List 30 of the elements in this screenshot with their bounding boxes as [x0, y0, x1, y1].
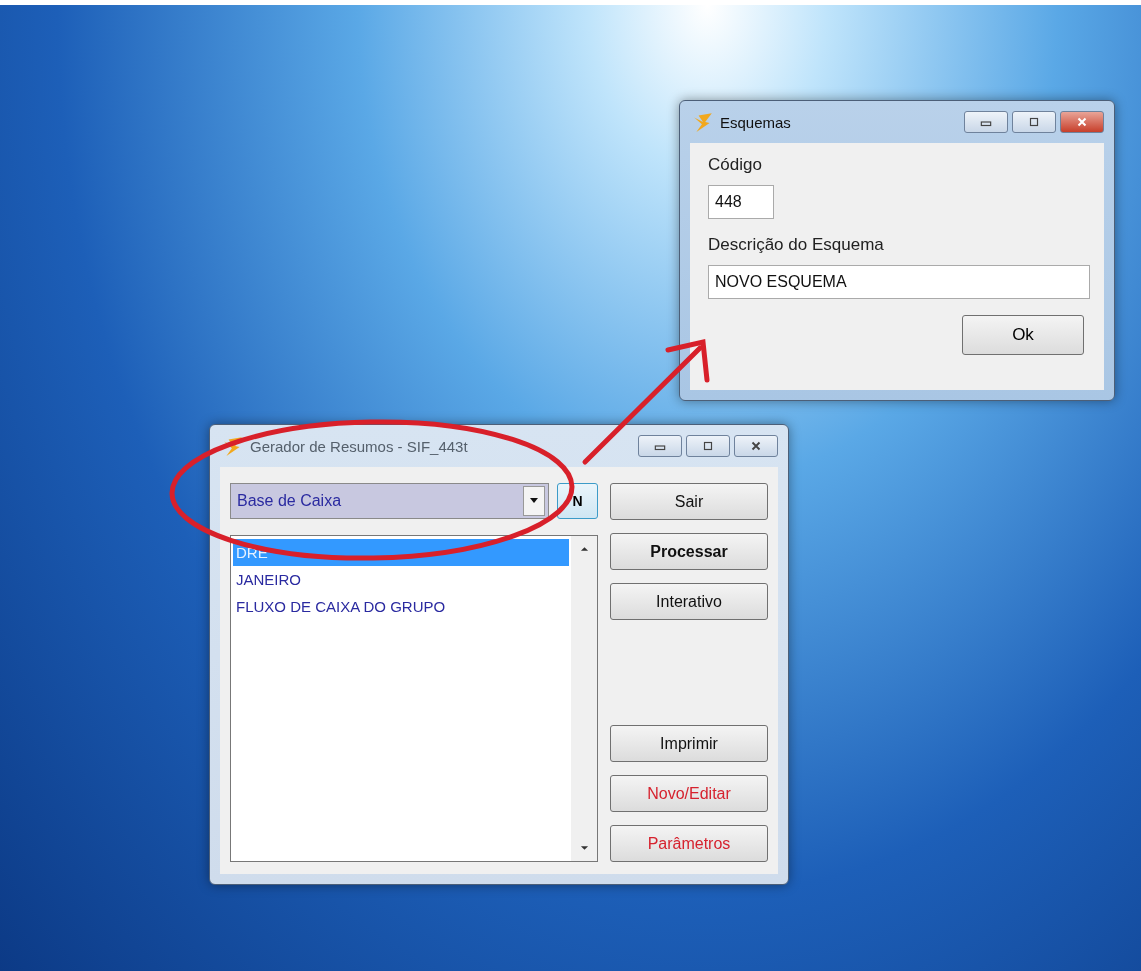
lightning-icon	[692, 111, 714, 133]
ok-button[interactable]: Ok	[962, 315, 1084, 355]
maximize-button[interactable]	[686, 435, 730, 457]
close-button[interactable]	[1060, 111, 1104, 133]
dropdown-arrow-icon	[529, 498, 539, 504]
window-title: Esquemas	[720, 113, 792, 131]
action-button[interactable]: Novo/Editar	[610, 775, 768, 812]
maximize-icon	[701, 441, 715, 451]
close-icon	[749, 441, 763, 451]
action-button[interactable]: Parâmetros	[610, 825, 768, 862]
close-button[interactable]	[734, 435, 778, 457]
scroll-down-icon	[579, 845, 589, 851]
scroll-up-icon	[579, 546, 589, 552]
list-item[interactable]: JANEIRO	[233, 566, 569, 593]
lightning-icon	[222, 435, 244, 457]
scrollbar[interactable]	[571, 536, 597, 861]
text-field[interactable]: NOVO ESQUEMA	[708, 265, 1090, 299]
maximize-button[interactable]	[1012, 111, 1056, 133]
action-button[interactable]: Imprimir	[610, 725, 768, 762]
window-title: Gerador de Resumos - SIF_443t	[250, 437, 469, 455]
field-label: Código	[708, 155, 762, 175]
action-button[interactable]: Interativo	[610, 583, 768, 620]
text-field[interactable]: 448	[708, 185, 774, 219]
field-label: Descrição do Esquema	[708, 235, 884, 255]
action-button[interactable]: Processar	[610, 533, 768, 570]
list-item[interactable]: FLUXO DE CAIXA DO GRUPO	[233, 593, 569, 620]
close-icon	[1075, 117, 1089, 127]
action-button[interactable]: Sair	[610, 483, 768, 520]
scheme-dropdown[interactable]: Base de Caixa	[230, 483, 549, 519]
maximize-icon	[1027, 117, 1041, 127]
